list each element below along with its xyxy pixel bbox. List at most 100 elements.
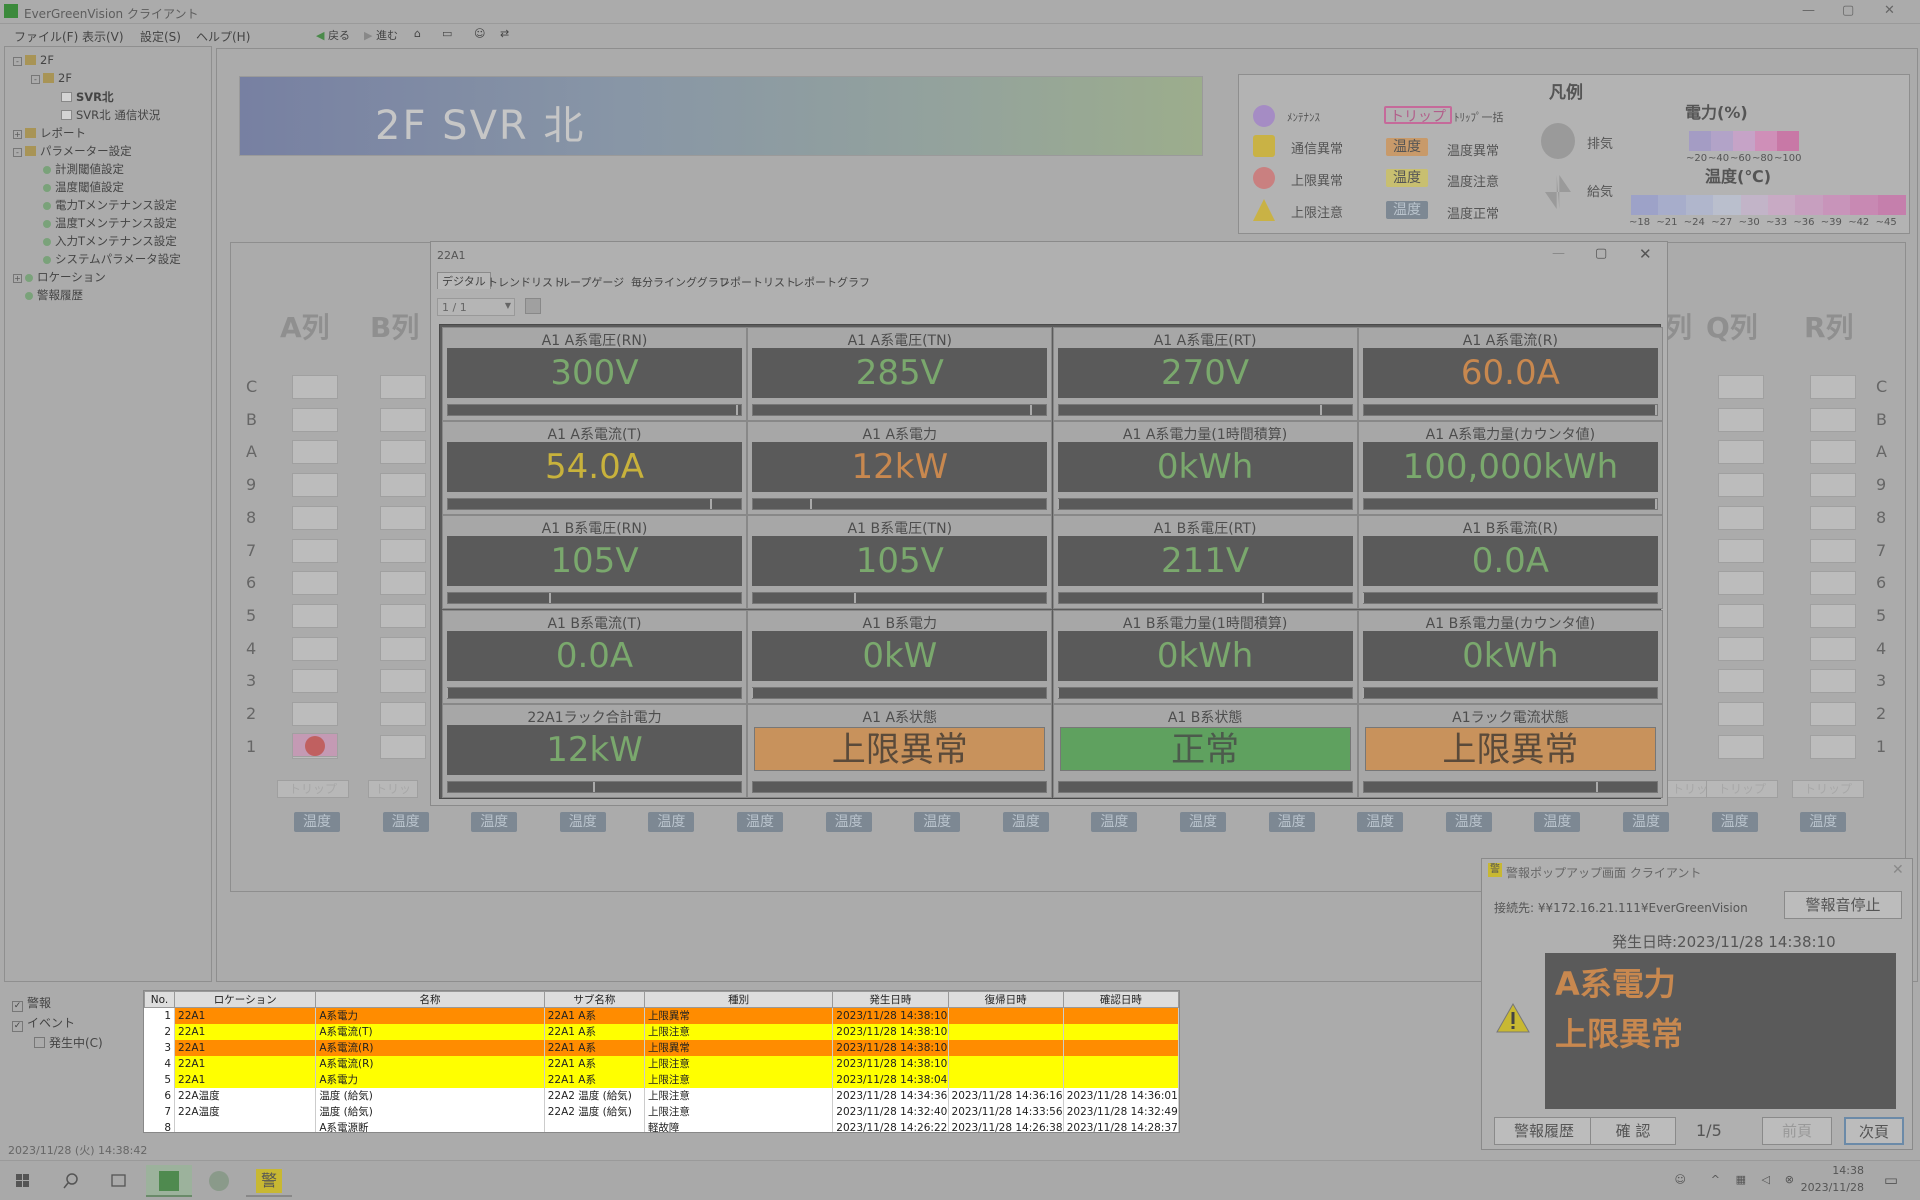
column-header[interactable]: 種別 [643, 991, 834, 1008]
rack-slot[interactable] [1718, 702, 1764, 726]
dialog-tab[interactable]: デジタル [437, 272, 491, 289]
rack-slot[interactable] [1810, 669, 1856, 694]
measurement-cell[interactable]: 22A1ラック合計電力 12kW [442, 703, 747, 798]
tree-node[interactable]: - パラメーター設定 [13, 143, 132, 159]
temp-button[interactable]: 温度 [1357, 812, 1404, 832]
temp-button[interactable]: 温度 [1180, 812, 1226, 832]
expand-icon[interactable]: + [13, 274, 22, 283]
rack-slot[interactable] [380, 636, 426, 661]
rack-slot[interactable] [292, 407, 338, 432]
next-page-button[interactable]: 次頁 [1844, 1117, 1904, 1145]
rack-slot[interactable] [1718, 603, 1764, 628]
filter-checkbox[interactable]: 発生中(C) [34, 1034, 103, 1051]
exit-icon[interactable]: ⇄ [500, 27, 509, 43]
rack-slot[interactable] [292, 669, 338, 694]
temp-button[interactable]: 温度 [1445, 812, 1492, 832]
temp-button[interactable]: 温度 [1623, 812, 1669, 832]
measurement-cell[interactable]: A1 B系電圧(RT) 211V [1052, 515, 1358, 610]
measurement-cell[interactable]: A1 A系電力量(1時間積算) 0kWh [1052, 421, 1358, 516]
measurement-cell[interactable]: A1 B系電圧(TN) 105V [747, 515, 1053, 610]
rack-slot[interactable] [380, 734, 426, 759]
rack-slot[interactable] [380, 375, 426, 399]
table-row[interactable]: 8 A系電源断 軽故障 2023/11/28 14:26:22 2023/11/28 1… [144, 1119, 1179, 1132]
measurement-cell[interactable]: A1 A系状態 上限異常 [747, 703, 1053, 798]
page-select[interactable]: 1 / 1 ▼ [437, 298, 515, 316]
temp-button[interactable]: 温度 [1711, 812, 1758, 832]
back-button[interactable]: ◀ 戻る [316, 27, 350, 43]
temp-button[interactable]: 温度 [648, 812, 695, 832]
rack-slot[interactable] [380, 603, 426, 628]
temp-button[interactable]: 温度 [737, 812, 783, 832]
rack-slot[interactable] [380, 538, 426, 563]
rack-slot[interactable] [380, 571, 426, 596]
dialog-tab[interactable]: ループゲージ [559, 274, 624, 290]
dialog-tab[interactable]: トレンドリスト [487, 274, 564, 290]
stop-sound-button[interactable]: 警報音停止 [1784, 891, 1902, 919]
forward-button[interactable]: ▶ 進む [364, 27, 398, 43]
trip-button[interactable]: トリッ [368, 780, 418, 798]
person-icon[interactable]: ☺ [1672, 1173, 1686, 1186]
volume-icon[interactable]: ◁ [1754, 1173, 1770, 1186]
rack-slot[interactable] [292, 636, 338, 661]
prev-page-button[interactable]: 前頁 [1762, 1117, 1832, 1145]
table-row[interactable]: 3 22A1 A系電流(R) 22A1 A系 上限異常 2023/11/28 14:38:… [144, 1039, 1179, 1056]
tree-node[interactable]: + レポート [13, 125, 86, 141]
column-header[interactable]: 確認日時 [1062, 991, 1179, 1008]
rack-slot[interactable] [1718, 505, 1764, 530]
temp-button[interactable]: 温度 [1534, 812, 1581, 832]
table-row[interactable]: 2 22A1 A系電流(T) 22A1 A系 上限注意 2023/11/28 14:38:… [144, 1023, 1179, 1040]
temp-button[interactable]: 温度 [1002, 812, 1049, 832]
temp-button[interactable]: 温度 [914, 812, 961, 832]
minimize-icon[interactable]: — [1802, 3, 1815, 18]
notification-icon[interactable]: ▭ [1882, 1171, 1898, 1189]
rack-slot[interactable] [292, 473, 338, 498]
dialog-tab[interactable]: レポートグラフ [793, 274, 870, 290]
trip-button[interactable]: トリップ [1706, 780, 1778, 798]
rack-slot[interactable] [1810, 407, 1856, 432]
temp-button[interactable]: 温度 [1091, 812, 1138, 832]
rack-slot[interactable] [380, 407, 426, 432]
measurement-cell[interactable]: A1 B系電流(R) 0.0A [1357, 515, 1663, 610]
temp-button[interactable]: 温度 [294, 812, 340, 832]
tree-node[interactable]: SVR北 通信状況 [49, 107, 160, 123]
task-view-icon[interactable] [96, 1165, 142, 1197]
rack-slot[interactable] [1718, 734, 1764, 759]
popup-close-icon[interactable]: ✕ [1892, 862, 1904, 878]
tree-node[interactable]: 温度Tメンテナンス設定 [31, 215, 177, 231]
menu-file[interactable]: ファイル(F) [14, 28, 78, 45]
rack-slot[interactable] [292, 571, 338, 596]
clock-date[interactable]: 2023/11/28 [1790, 1181, 1864, 1194]
rack-slot[interactable] [1810, 440, 1856, 465]
temp-button[interactable]: 温度 [559, 812, 606, 832]
start-icon[interactable] [0, 1165, 46, 1197]
rack-slot[interactable] [380, 440, 426, 465]
rack-slot[interactable] [1810, 603, 1856, 628]
column-header[interactable]: 名称 [315, 991, 545, 1008]
chevron-up-icon[interactable]: ^ [1706, 1173, 1720, 1186]
temp-button[interactable]: 温度 [382, 812, 429, 832]
measurement-cell[interactable]: A1 A系電圧(RT) 270V [1052, 327, 1358, 421]
measurement-cell[interactable]: A1 B系電流(T) 0.0A [442, 609, 747, 704]
measurement-cell[interactable]: A1 A系電流(R) 60.0A [1357, 327, 1663, 421]
column-header[interactable]: 発生日時 [832, 991, 949, 1008]
rack-slot[interactable] [292, 538, 338, 563]
measurement-cell[interactable]: A1 B系状態 正常 [1052, 703, 1358, 798]
rack-slot[interactable] [1718, 636, 1764, 661]
rack-slot[interactable] [1810, 734, 1856, 759]
export-icon[interactable] [525, 298, 541, 314]
rack-slot[interactable] [1718, 407, 1764, 432]
menu-view[interactable]: 表示(V) [82, 28, 124, 45]
measurement-cell[interactable]: A1 B系電力 0kW [747, 609, 1053, 704]
evergreen-app-icon[interactable] [146, 1165, 192, 1197]
rack-slot[interactable] [1718, 669, 1764, 694]
tree-node[interactable]: - 2F [31, 71, 72, 85]
rack-slot[interactable] [292, 375, 338, 399]
dialog-minimize-icon[interactable]: — [1552, 246, 1565, 261]
dialog-tab[interactable]: 毎分ラインググラフ [631, 274, 730, 290]
measurement-cell[interactable]: A1 A系電圧(RN) 300V [442, 327, 747, 421]
table-row[interactable]: 1 22A1 A系電力 22A1 A系 上限異常 2023/11/28 14:38:10 [144, 1007, 1179, 1024]
rack-slot[interactable] [1718, 571, 1764, 596]
rack-slot[interactable] [1810, 375, 1856, 399]
rack-slot[interactable] [1718, 375, 1764, 399]
maximize-icon[interactable]: ▢ [1842, 3, 1854, 18]
